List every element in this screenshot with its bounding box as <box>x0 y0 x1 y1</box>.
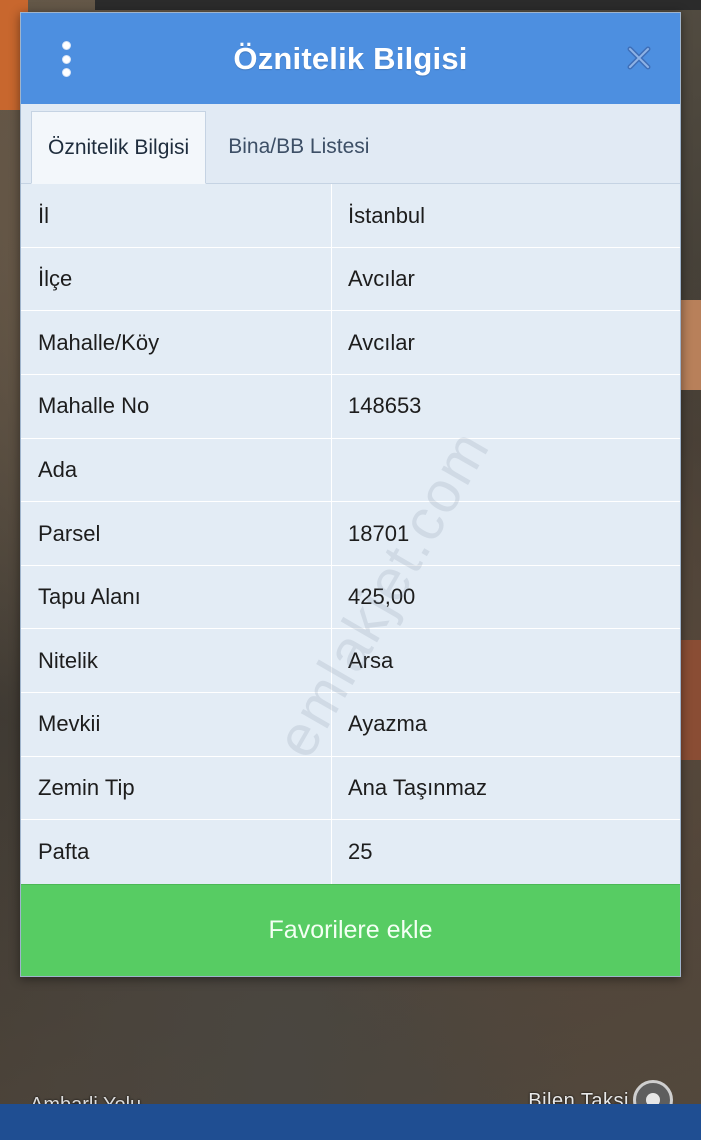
attribute-key: Tapu Alanı <box>21 565 332 629</box>
table-row: Mahalle/Köy Avcılar <box>21 311 680 376</box>
table-row: Mevkii Ayazma <box>21 692 680 757</box>
table-row: Tapu Alanı 425,00 <box>21 565 680 630</box>
attribute-key: Mahalle No <box>21 375 332 438</box>
attribute-key: Zemin Tip <box>21 756 332 820</box>
attribute-value: 18701 <box>348 520 410 546</box>
attribute-key: Pafta <box>21 820 332 884</box>
attribute-key: Ada <box>21 438 332 502</box>
attribute-table: İl İstanbul İlçe Avcılar Mahalle/Köy Avcılar M… <box>21 184 680 884</box>
tab-bar: Öznitelik Bilgisi Bina/BB Listesi <box>21 104 680 185</box>
dialog-title: Öznitelik Bilgisi <box>233 40 468 76</box>
attribute-value: Arsa <box>348 647 394 673</box>
map-road <box>95 0 701 10</box>
dialog-header: Öznitelik Bilgisi <box>21 13 680 105</box>
attribute-value: Avcılar <box>348 266 415 292</box>
attribute-key: Mahalle/Köy <box>21 311 332 375</box>
table-row: İlçe Avcılar <box>21 247 680 312</box>
attribute-key: Parsel <box>21 502 332 565</box>
attribute-value: 425,00 <box>348 584 416 610</box>
table-row: İl İstanbul <box>21 184 680 248</box>
map-building <box>679 640 701 760</box>
table-row: Mahalle No 148653 <box>21 375 680 439</box>
attribute-info-dialog: Öznitelik Bilgisi Öznitelik Bilgisi Bina… <box>20 12 681 977</box>
attribute-value: Ana Taşınmaz <box>348 774 488 800</box>
attribute-value: İstanbul <box>348 202 426 228</box>
table-row: Pafta 25 <box>21 820 680 884</box>
add-to-favorites-button[interactable]: Favorilere ekle <box>21 883 680 976</box>
bottom-toolbar <box>0 1104 701 1140</box>
tab-attribute-info[interactable]: Öznitelik Bilgisi <box>31 111 207 185</box>
attribute-key: Mevkii <box>21 692 332 756</box>
vertical-dots-icon[interactable] <box>57 41 75 77</box>
table-row: Ada <box>21 438 680 503</box>
tab-building-list[interactable]: Bina/BB Listesi <box>206 110 385 183</box>
attribute-key: Nitelik <box>21 629 332 692</box>
map-building <box>679 300 701 390</box>
table-row: Nitelik Arsa <box>21 629 680 693</box>
close-icon[interactable] <box>624 43 654 73</box>
attribute-value <box>332 439 680 502</box>
attribute-value: Avcılar <box>348 329 415 355</box>
table-row: Zemin Tip Ana Taşınmaz <box>21 756 680 821</box>
attribute-value: 25 <box>348 838 373 864</box>
attribute-value: 148653 <box>348 393 422 419</box>
attribute-value: Ayazma <box>348 711 428 737</box>
attribute-key: İlçe <box>21 247 332 311</box>
table-row: Parsel 18701 <box>21 502 680 566</box>
attribute-key: İl <box>21 184 332 247</box>
